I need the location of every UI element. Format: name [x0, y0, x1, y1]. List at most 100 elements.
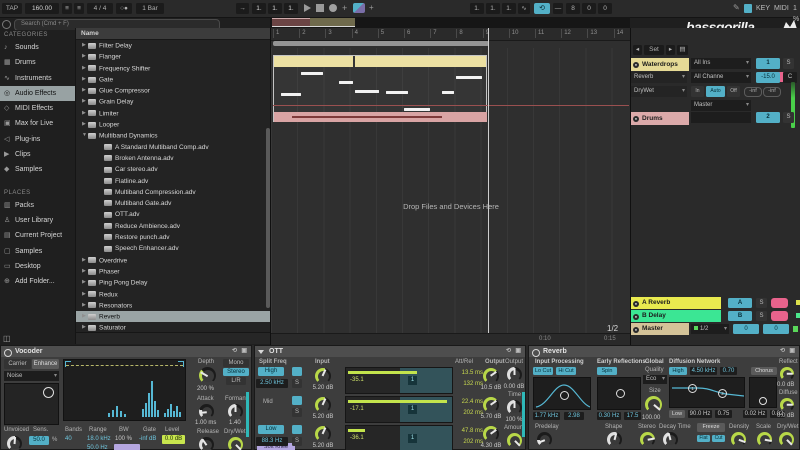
ott-input-knob[interactable] — [315, 368, 331, 384]
ott-split-freq-value[interactable]: 88.3 Hz — [256, 437, 288, 446]
reverb-title-bar[interactable]: Reverb ⟲ ▣ — [529, 346, 799, 357]
follow-button[interactable]: → — [236, 3, 249, 14]
arm-button[interactable] — [771, 311, 788, 321]
ott-band-solo-button[interactable]: S — [292, 437, 302, 446]
range-high-value[interactable]: 18.0 kHz — [87, 436, 111, 442]
browser-item-grain-delay[interactable]: ▶ Grain Delay — [76, 96, 271, 107]
shape-knob[interactable] — [607, 432, 622, 447]
range-line[interactable] — [66, 365, 183, 366]
master-volume-field[interactable]: 0 — [733, 324, 759, 334]
sidebar-item-midi-effects[interactable]: ◇ MIDI Effects — [0, 101, 75, 116]
browser-item-resonators[interactable]: ▶ Resonators — [76, 300, 271, 311]
metronome-button[interactable]: ○● — [116, 3, 132, 14]
reflect-knob[interactable] — [780, 367, 794, 381]
predelay-knob[interactable] — [537, 432, 552, 447]
track-header-return-b[interactable]: ● B Delay — [631, 310, 721, 322]
solo-button[interactable]: S — [783, 58, 794, 69]
solo-button[interactable]: S — [756, 298, 767, 308]
midi-note[interactable] — [355, 90, 379, 93]
global-output-knob[interactable] — [507, 367, 522, 382]
sidebar-item-drums[interactable]: ▦ Drums — [0, 55, 75, 70]
ott-band-display[interactable]: -36.1 1 — [345, 425, 453, 450]
solo-button[interactable]: S — [783, 112, 794, 123]
carrier-tab[interactable]: Carrier — [4, 359, 31, 369]
chorus-node[interactable] — [759, 397, 767, 405]
device-power-icon[interactable] — [532, 348, 540, 357]
browser-item-flatline-adv[interactable]: Flatline.adv — [76, 176, 271, 187]
midi-note[interactable] — [339, 81, 353, 84]
midi-clip-header[interactable] — [274, 56, 353, 67]
input-routing-menu[interactable]: All Ins — [691, 58, 751, 69]
browser-item-redux[interactable]: ▶ Redux — [76, 289, 271, 300]
arrangement-position-sixteenth[interactable]: 1. — [284, 3, 298, 14]
midi-note[interactable] — [456, 76, 482, 79]
stop-icon[interactable] — [316, 4, 324, 12]
sidebar-item-add-folder[interactable]: ⊕ Add Folder... — [0, 274, 75, 289]
quantize-menu[interactable]: 1 Bar — [136, 3, 164, 14]
arrangement-position-bar[interactable]: 1. — [252, 3, 266, 14]
draw-mode-icon[interactable]: ✎ — [733, 3, 740, 12]
device-fold-icon[interactable] — [258, 350, 264, 354]
diffusion-eq-display[interactable]: 1 2 — [669, 377, 745, 408]
midi-note[interactable] — [386, 91, 408, 94]
monitor-in-button[interactable]: In — [691, 86, 704, 97]
browser-item-frequency-shifter[interactable]: ▶ Frequency Shifter — [76, 63, 271, 74]
browser-item-overdrive[interactable]: ▶ Overdrive — [76, 255, 271, 266]
browser-item-speech-enhancer-adv[interactable]: Speech Enhancer.adv — [76, 243, 271, 254]
nudge-up-button[interactable]: ≡ — [74, 3, 84, 14]
monitor-auto-button[interactable]: Auto — [706, 86, 725, 97]
carrier-display[interactable] — [4, 383, 59, 425]
bw-value[interactable]: 100 % — [115, 436, 132, 442]
tap-button[interactable]: TAP — [2, 3, 22, 14]
reverb-drywet-knob[interactable] — [779, 432, 794, 447]
decay-time-knob[interactable] — [663, 432, 678, 447]
track-header-drums[interactable]: ● Drums — [631, 112, 689, 125]
cut-button[interactable]: Cut — [712, 435, 725, 442]
quality-menu[interactable]: Eco — [643, 375, 667, 384]
automation-control-menu[interactable]: DryWet — [631, 86, 687, 97]
browser-item-restore-punch-adv[interactable]: Restore punch.adv — [76, 232, 271, 243]
nudge-down-button[interactable]: ≡ — [62, 3, 72, 14]
drums-clip[interactable] — [274, 112, 487, 122]
ott-band-solo-button[interactable]: S — [292, 379, 302, 388]
ott-band-display[interactable]: -17.1 1 — [345, 396, 453, 423]
range-low-value[interactable]: 50.0 Hz — [87, 445, 108, 450]
track-header-master[interactable]: ● Master — [631, 323, 689, 335]
size-knob[interactable] — [645, 396, 662, 413]
spin-node[interactable] — [616, 389, 625, 398]
solo-button[interactable]: S — [756, 311, 767, 321]
sidebar-item-sounds[interactable]: ♪ Sounds — [0, 40, 75, 55]
next-locator-button[interactable]: ▸ — [666, 45, 675, 55]
return-letter-button[interactable]: A — [728, 298, 752, 308]
track-name[interactable]: Drums — [631, 112, 689, 125]
sidebar-item-plug-ins[interactable]: ◁ Plug-ins — [0, 132, 75, 147]
browser-item-broken-antenna-adv[interactable]: Broken Antenna.adv — [76, 153, 271, 164]
pan-field[interactable]: C — [783, 72, 797, 83]
device-power-icon[interactable] — [4, 348, 12, 357]
unvoiced-knob[interactable] — [7, 436, 22, 450]
browser-item-a-standard-multiband-comp-adv[interactable]: A Standard Multiband Comp.adv — [76, 142, 271, 153]
punch-in-button[interactable]: — — [553, 3, 563, 14]
browser-item-glue-compressor[interactable]: ▶ Glue Compressor — [76, 85, 271, 96]
freeze-button[interactable]: Freeze — [697, 423, 725, 432]
ott-attack-value[interactable]: 22.4 ms — [451, 399, 483, 405]
sidebar-item-current-project[interactable]: ▤ Current Project — [0, 228, 75, 243]
vocoder-spectrum-display[interactable] — [63, 359, 186, 421]
sidebar-item-samples[interactable]: ◆ Samples — [0, 162, 75, 177]
track-number-button[interactable]: 2 — [756, 112, 780, 123]
density-knob[interactable] — [731, 432, 746, 447]
hotswap-icon[interactable]: ⟲ — [506, 346, 511, 357]
diffuse-knob[interactable] — [780, 398, 794, 412]
time-signature-field[interactable]: 4 / 4 — [87, 3, 113, 14]
eq-node-1[interactable]: 1 — [688, 384, 697, 393]
playhead[interactable] — [488, 28, 489, 333]
chorus-rate-value[interactable]: 0.02 Hz — [743, 410, 767, 418]
time-ruler-bottom[interactable]: 0:10 0:15 — [271, 333, 631, 345]
vocoder-drywet-knob[interactable] — [228, 437, 243, 450]
release-knob[interactable] — [199, 437, 214, 450]
scale-knob[interactable] — [757, 432, 772, 447]
input-channel-menu[interactable]: All Channe — [691, 72, 751, 83]
time-knob[interactable] — [507, 400, 522, 415]
track-name[interactable]: Waterdrops — [631, 58, 689, 71]
browser-item-reduce-ambience-adv[interactable]: Reduce Ambience.adv — [76, 221, 271, 232]
